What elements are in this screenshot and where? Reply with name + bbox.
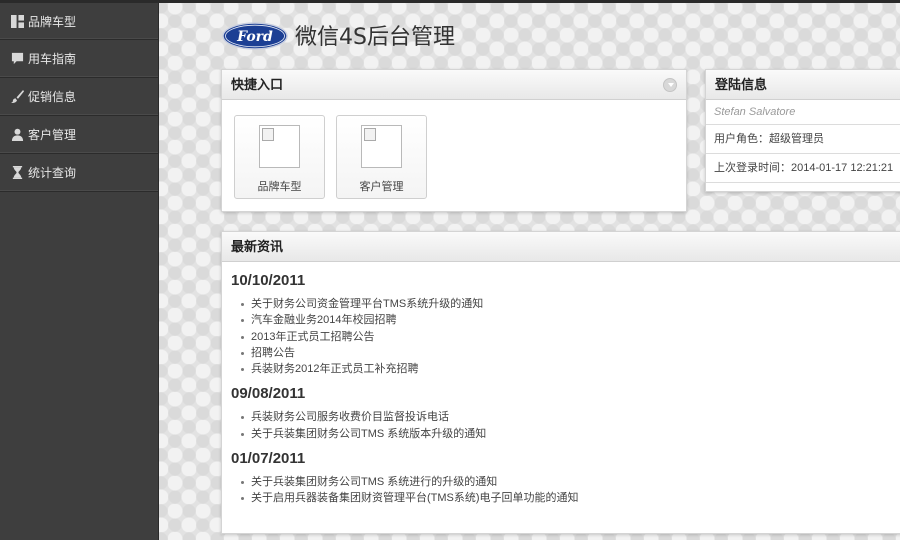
login-info-title: 登陆信息 — [715, 77, 768, 92]
hourglass-icon — [10, 166, 24, 180]
news-list: 兵装财务公司服务收费价目监督投诉电话 关于兵装集团财务公司TMS 系统版本升级的… — [241, 409, 900, 442]
quick-tile-customers[interactable]: 客户管理 — [336, 115, 427, 199]
quick-access-panel: 快捷入口 品牌车型 客户管理 — [221, 69, 687, 212]
news-list: 关于财务公司资金管理平台TMS系统升级的通知 汽车金融业务2014年校园招聘 2… — [241, 296, 900, 377]
sidebar-item-label: 品牌车型 — [28, 14, 77, 29]
news-item-link[interactable]: 关于财务公司资金管理平台TMS系统升级的通知 — [241, 296, 900, 312]
news-date: 01/07/2011 — [231, 450, 306, 468]
quick-access-title: 快捷入口 — [231, 77, 284, 92]
chat-icon — [10, 52, 24, 66]
news-date: 09/08/2011 — [231, 385, 306, 403]
brush-icon — [10, 90, 24, 104]
username: Stefan Salvatore — [706, 100, 900, 125]
sidebar-item-promotions[interactable]: 促销信息 — [0, 78, 158, 116]
quick-access-header: 快捷入口 — [222, 70, 686, 100]
news-item-link[interactable]: 兵装财务公司服务收费价目监督投诉电话 — [241, 409, 900, 425]
quick-tile-brand-models[interactable]: 品牌车型 — [234, 115, 325, 199]
quick-tile-label: 客户管理 — [359, 181, 404, 193]
news-panel: 最新资讯 10/10/2011 关于财务公司资金管理平台TMS系统升级的通知 汽… — [221, 231, 900, 534]
broken-image-icon — [259, 125, 300, 168]
login-info-panel: 登陆信息 Stefan Salvatore 用户角色：超级管理员 上次登录时间：… — [705, 69, 900, 192]
user-role: 用户角色：超级管理员 — [706, 125, 900, 154]
news-item-link[interactable]: 关于启用兵器装备集团财资管理平台(TMS系统)电子回单功能的通知 — [241, 490, 900, 506]
login-info-header: 登陆信息 — [706, 70, 900, 100]
quick-tile-label: 品牌车型 — [257, 181, 302, 193]
news-item-link[interactable]: 关于兵装集团财务公司TMS 系统版本升级的通知 — [241, 426, 900, 442]
sidebar-item-label: 统计查询 — [28, 166, 77, 180]
collapse-toggle-icon[interactable] — [663, 78, 677, 92]
news-item-link[interactable]: 关于兵装集团财务公司TMS 系统进行的升级的通知 — [241, 474, 900, 490]
sidebar-item-brand-models[interactable]: 品牌车型 — [0, 3, 158, 40]
sidebar-item-customers[interactable]: 客户管理 — [0, 116, 158, 154]
user-icon — [10, 128, 24, 142]
sidebar: 品牌车型 用车指南 促销信息 客户管理 统计查询 — [0, 3, 159, 540]
grid-icon — [10, 14, 24, 28]
sidebar-item-label: 用车指南 — [28, 52, 77, 66]
ford-logo: Ford — [222, 22, 288, 50]
sidebar-item-statistics[interactable]: 统计查询 — [0, 154, 158, 192]
page-title: 微信4S后台管理 — [295, 25, 455, 50]
last-login-time: 上次登录时间：2014-01-17 12:21:21 — [706, 154, 900, 183]
news-title: 最新资讯 — [231, 239, 284, 254]
news-item-link[interactable]: 兵装财务2012年正式员工补充招聘 — [241, 361, 900, 377]
news-date: 10/10/2011 — [231, 272, 306, 289]
logo-wordmark: Ford — [236, 29, 273, 45]
broken-image-icon — [361, 125, 402, 168]
sidebar-item-label: 促销信息 — [28, 90, 77, 104]
news-item-link[interactable]: 2013年正式员工招聘公告 — [241, 329, 900, 345]
news-item-link[interactable]: 汽车金融业务2014年校园招聘 — [241, 312, 900, 328]
sidebar-item-car-guide[interactable]: 用车指南 — [0, 40, 158, 78]
sidebar-item-label: 客户管理 — [28, 128, 77, 142]
news-list: 关于兵装集团财务公司TMS 系统进行的升级的通知 关于启用兵器装备集团财资管理平… — [241, 474, 900, 507]
news-item-link[interactable]: 招聘公告 — [241, 345, 900, 361]
news-header: 最新资讯 — [222, 232, 900, 262]
